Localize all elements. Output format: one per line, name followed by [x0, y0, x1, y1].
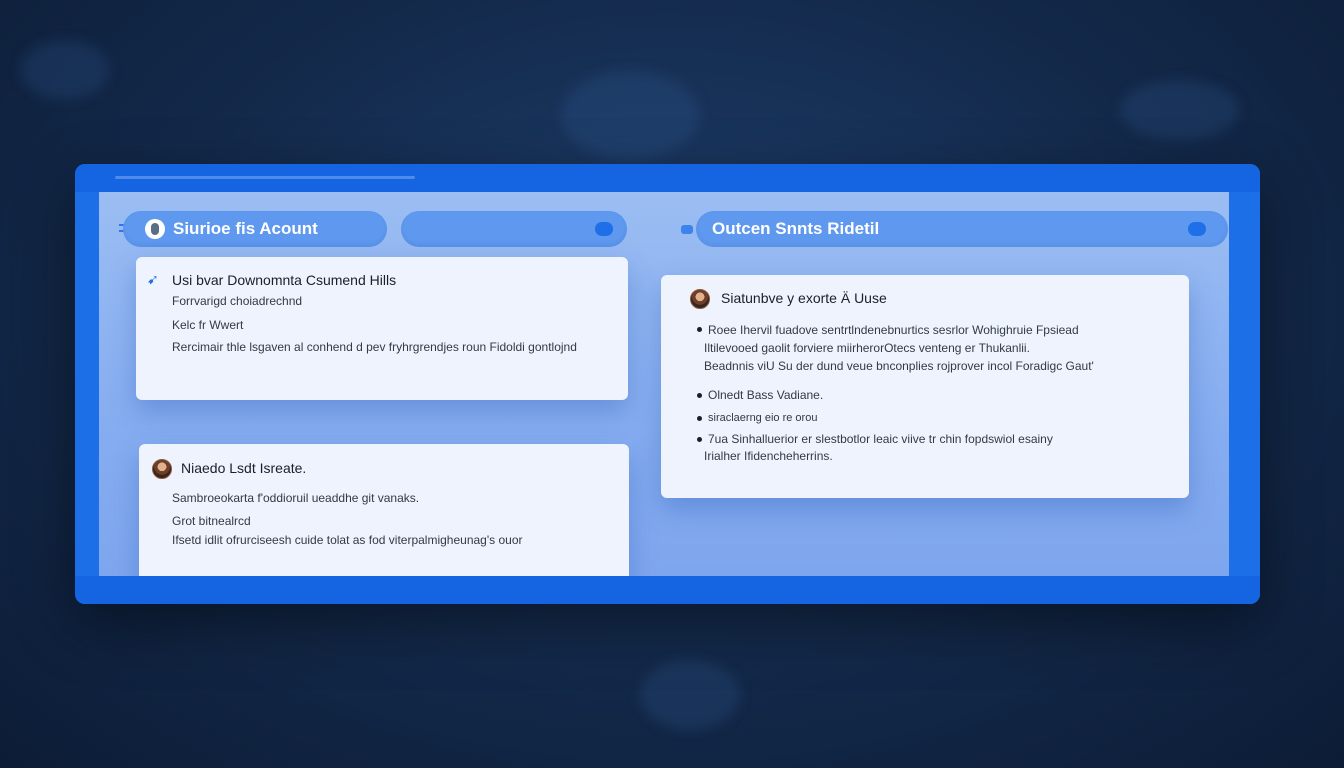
bullet-icon	[697, 437, 702, 442]
collapse-handle-icon[interactable]	[681, 225, 693, 234]
left-card-2-title: Niaedo Lsdt Isreate.	[181, 460, 307, 476]
right-card-bullet-4-line-2: Irialher Ifidencheherrins.	[704, 449, 833, 463]
content-area: Siurioe fis Acount ➹ Usi bvar Downomnta …	[99, 192, 1229, 584]
background-blob	[20, 40, 110, 100]
right-card-bullet-2: Olnedt Bass Vadiane.	[708, 388, 824, 402]
bullet-icon	[697, 327, 702, 332]
title-bar-text	[115, 176, 415, 179]
left-card-2[interactable]: Niaedo Lsdt Isreate. Sambroeokarta f'odd…	[139, 444, 629, 584]
title-bar	[75, 164, 1260, 192]
left-panel-search[interactable]	[401, 211, 627, 247]
right-panel-title: Outcen Snnts Ridetil	[712, 219, 880, 238]
toggle-icon[interactable]	[1188, 222, 1206, 236]
right-card-title: Siatunbve y exorte Ä Uuse	[721, 290, 887, 306]
account-avatar-icon	[145, 219, 165, 239]
left-card-1[interactable]: ➹ Usi bvar Downomnta Csumend Hills Forrv…	[136, 257, 628, 400]
left-card-1-line-2: Kelc fr Wwert	[172, 318, 244, 332]
right-card-bullet-1-line-1: Roee Ihervil fuadove sentrtlndenebnurtic…	[708, 323, 1079, 337]
right-card-bullet-4-line-1: 7ua Sinhalluerior er slestbotlor leaic v…	[708, 432, 1053, 446]
right-panel-header[interactable]: Outcen Snnts Ridetil	[696, 211, 1228, 247]
left-card-1-line-3: Rercimair thle lsgaven al conhend d pev …	[172, 340, 577, 354]
bullet-icon	[697, 393, 702, 398]
user-avatar	[152, 459, 172, 479]
bullet-icon	[697, 416, 702, 421]
right-card[interactable]: Siatunbve y exorte Ä Uuse Roee Ihervil f…	[661, 275, 1189, 498]
left-card-1-title: Usi bvar Downomnta Csumend Hills	[172, 272, 397, 288]
left-card-2-line-3: Ifsetd idlit ofrurciseesh cuide tolat as…	[172, 533, 523, 547]
left-card-1-line-1: Forrvarigd choiadrechnd	[172, 294, 303, 308]
right-card-bullet-3: siraclaerng eio re orou	[708, 412, 818, 424]
background-blob	[560, 70, 700, 160]
background-blob	[1120, 80, 1240, 140]
right-card-bullet-1-line-3: Beadnnis viU Su der dund veue bnconplies…	[704, 359, 1094, 373]
left-panel-title: Siurioe fis Acount	[173, 219, 318, 238]
right-card-bullet-1-line-2: Iltilevooed gaolit forviere miirherorOte…	[704, 341, 1030, 355]
left-panel-header[interactable]: Siurioe fis Acount	[123, 211, 387, 247]
background-blob	[640, 660, 740, 730]
left-card-2-line-1: Sambroeokarta f'oddioruil ueaddhe git va…	[172, 491, 420, 505]
app-window: Siurioe fis Acount ➹ Usi bvar Downomnta …	[75, 164, 1260, 604]
user-avatar	[690, 289, 710, 309]
left-card-2-line-2: Grot bitnealrcd	[172, 514, 251, 528]
bird-icon: ➹	[147, 271, 159, 287]
toggle-icon[interactable]	[595, 222, 613, 236]
status-bar	[75, 576, 1260, 604]
